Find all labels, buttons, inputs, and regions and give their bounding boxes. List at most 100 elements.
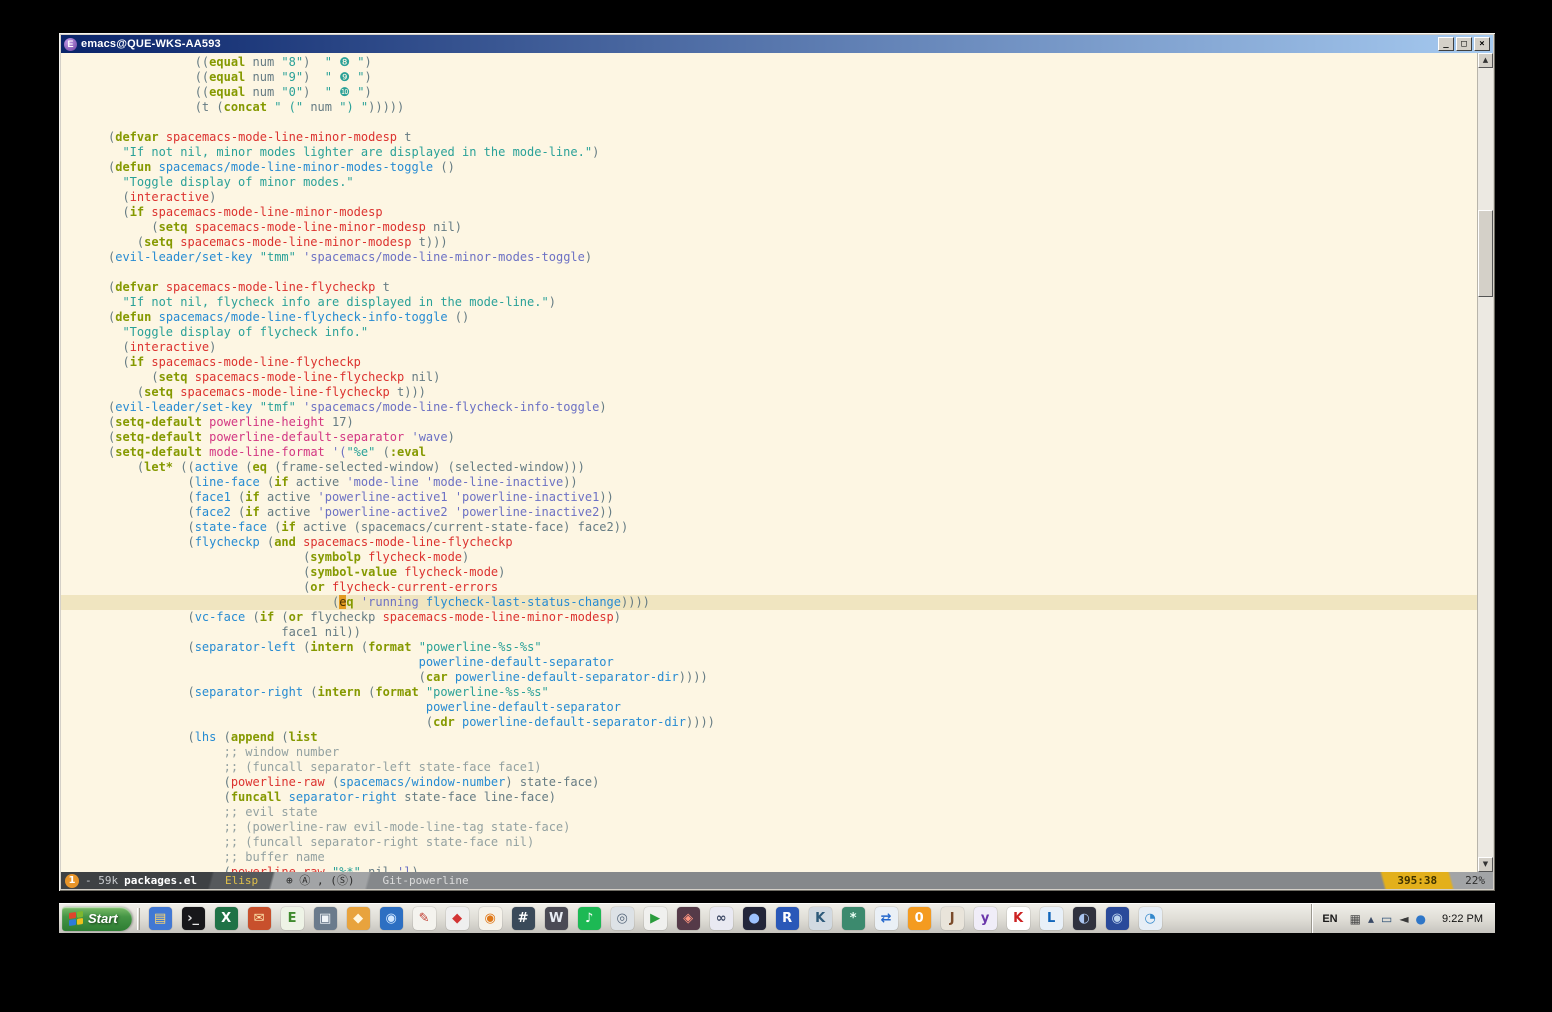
code-line: (lhs (append (list [61, 730, 1477, 745]
green-tool-icon[interactable]: * [842, 907, 865, 930]
minimize-button[interactable]: _ [1438, 37, 1454, 51]
notes-icon[interactable]: ◆ [347, 907, 370, 930]
display-settings-icon[interactable]: ▭ [1381, 912, 1392, 926]
scroll-down-arrow[interactable]: ▼ [1478, 857, 1493, 872]
code-line [61, 115, 1477, 130]
modeline-buffer-segment[interactable]: 1 - 59k packages.el [61, 872, 205, 889]
modeline-line-col[interactable]: 395:38 [1389, 872, 1445, 889]
titlebar[interactable]: E emacs@QUE-WKS-AA593 _ □ × [61, 35, 1493, 53]
code-line: (if spacemacs-mode-line-minor-modesp [61, 205, 1477, 220]
command-prompt-icon[interactable]: ›_ [182, 907, 205, 930]
code-line: ;; window number [61, 745, 1477, 760]
code-line: (setq-default mode-line-format '("%e" (:… [61, 445, 1477, 460]
scrollbar[interactable]: ▲ ▼ [1477, 53, 1493, 872]
browser-globe-icon[interactable]: ◉ [380, 907, 403, 930]
maximize-button[interactable]: □ [1456, 37, 1472, 51]
code-line: (powerline-raw (spacemacs/window-number)… [61, 775, 1477, 790]
taskbar-clock[interactable]: 9:22 PM [1442, 913, 1483, 925]
code-line: (setq spacemacs-mode-line-minor-modesp t… [61, 235, 1477, 250]
code-line: (eq 'running flycheck-last-status-change… [61, 595, 1477, 610]
scroll-thumb[interactable] [1478, 210, 1493, 297]
eclipse-icon[interactable]: ◐ [1073, 907, 1096, 930]
code-line: ((equal num "0") " ❿ ") [61, 85, 1477, 100]
text-editor-icon[interactable]: ✎ [413, 907, 436, 930]
code-line: (powerline-raw "%*" nil 'l) [61, 865, 1477, 872]
file-explorer-icon[interactable]: ▤ [149, 907, 172, 930]
sync-tool-icon[interactable]: ⇄ [875, 907, 898, 930]
code-line: (defun spacemacs/mode-line-minor-modes-t… [61, 160, 1477, 175]
buffer-name[interactable]: packages.el [124, 872, 197, 889]
window-number-badge: 1 [65, 874, 79, 888]
emacs-window: E emacs@QUE-WKS-AA593 _ □ × ((equal num … [59, 33, 1495, 891]
light-browser-icon[interactable]: ◔ [1139, 907, 1162, 930]
volume-icon[interactable]: ◄ [1399, 912, 1408, 926]
silver-app-icon[interactable]: ◎ [611, 907, 634, 930]
code-line: (flycheckp (and spacemacs-mode-line-flyc… [61, 535, 1477, 550]
code-line: "Toggle display of flycheck info." [61, 325, 1477, 340]
code-line: (t (concat " (" num ") "))))) [61, 100, 1477, 115]
orange-zero-icon[interactable]: 0 [908, 907, 931, 930]
code-line: (if spacemacs-mode-line-flycheckp [61, 355, 1477, 370]
close-button[interactable]: × [1474, 37, 1490, 51]
code-line: powerline-default-separator [61, 655, 1477, 670]
scroll-track[interactable] [1478, 68, 1493, 857]
blue-sphere-icon[interactable]: ◉ [1106, 907, 1129, 930]
network-status-icon[interactable]: ● [1416, 912, 1426, 926]
system-tray: EN ▦ ▴ ▭ ◄ ● 9:22 PM [1311, 904, 1495, 933]
code-line: (defvar spacemacs-mode-line-minor-modesp… [61, 130, 1477, 145]
code-line: (separator-right (intern (format "powerl… [61, 685, 1477, 700]
code-line: (vc-face (if (or flycheckp spacemacs-mod… [61, 610, 1477, 625]
scroll-up-arrow[interactable]: ▲ [1478, 53, 1493, 68]
code-line: (separator-left (intern (format "powerli… [61, 640, 1477, 655]
code-line: (evil-leader/set-key "tmf" 'spacemacs/mo… [61, 400, 1477, 415]
code-line: (evil-leader/set-key "tmm" 'spacemacs/mo… [61, 250, 1477, 265]
password-manager-icon[interactable]: K [809, 907, 832, 930]
powerline-separator [1445, 872, 1457, 889]
code-line [61, 265, 1477, 280]
music-player-icon[interactable]: ♪ [578, 907, 601, 930]
dark-globe-icon[interactable]: ● [743, 907, 766, 930]
irc-icon[interactable]: # [512, 907, 535, 930]
code-line: (symbolp flycheck-mode) [61, 550, 1477, 565]
language-indicator[interactable]: EN [1322, 913, 1337, 925]
modeline-vc-branch[interactable]: Git-powerline [374, 872, 1377, 889]
emacs-app-icon: E [64, 38, 77, 51]
infinity-app-icon[interactable]: ∞ [710, 907, 733, 930]
code-line: (symbol-value flycheck-mode) [61, 565, 1477, 580]
code-line: (setq spacemacs-mode-line-flycheckp t))) [61, 385, 1477, 400]
terminal-icon[interactable]: ▣ [314, 907, 337, 930]
blue-l-icon[interactable]: L [1040, 907, 1063, 930]
code-line: (setq-default powerline-height 17) [61, 415, 1477, 430]
hidden-icons-chevron[interactable]: ▴ [1368, 912, 1374, 926]
start-button[interactable]: Start [62, 907, 132, 931]
code-line: ;; buffer name [61, 850, 1477, 865]
diamond-app-icon[interactable]: ◆ [446, 907, 469, 930]
purple-y-icon[interactable]: y [974, 907, 997, 930]
word-processor-icon[interactable]: W [545, 907, 568, 930]
modeline-minor-modes[interactable]: ⊕ Ⓐ , (Ⓢ) [278, 872, 362, 889]
modeline-major-mode[interactable]: Elisp [217, 872, 266, 889]
modeline: 1 - 59k packages.el Elisp ⊕ Ⓐ , (Ⓢ) Git-… [61, 872, 1493, 889]
coffee-app-icon[interactable]: J [941, 907, 964, 930]
code-line: powerline-default-separator [61, 700, 1477, 715]
spreadsheet-icon[interactable]: X [215, 907, 238, 930]
photo-tool-icon[interactable]: ◈ [677, 907, 700, 930]
window-title: emacs@QUE-WKS-AA593 [81, 38, 221, 50]
printer-icon[interactable]: ▦ [1350, 912, 1361, 926]
orange-browser-icon[interactable]: ◉ [479, 907, 502, 930]
code-line: (car powerline-default-separator-dir)))) [61, 670, 1477, 685]
mail-icon[interactable]: ✉ [248, 907, 271, 930]
powerline-separator [205, 872, 217, 889]
quick-launch-handle[interactable] [137, 908, 140, 930]
editor-icon[interactable]: E [281, 907, 304, 930]
code-line: "Toggle display of minor modes." [61, 175, 1477, 190]
red-k-icon[interactable]: K [1007, 907, 1030, 930]
remote-app-icon[interactable]: R [776, 907, 799, 930]
modeline-buffer-percent[interactable]: 22% [1457, 872, 1493, 889]
tray-icons: ▦ ▴ ▭ ◄ ● [1346, 912, 1430, 926]
start-button-label: Start [88, 911, 118, 926]
code-line: (defun spacemacs/mode-line-flycheck-info… [61, 310, 1477, 325]
code-line: (let* ((active (eq (frame-selected-windo… [61, 460, 1477, 475]
code-area[interactable]: ((equal num "8") " ❽ ") ((equal num "9")… [61, 53, 1477, 872]
media-play-icon[interactable]: ▶ [644, 907, 667, 930]
